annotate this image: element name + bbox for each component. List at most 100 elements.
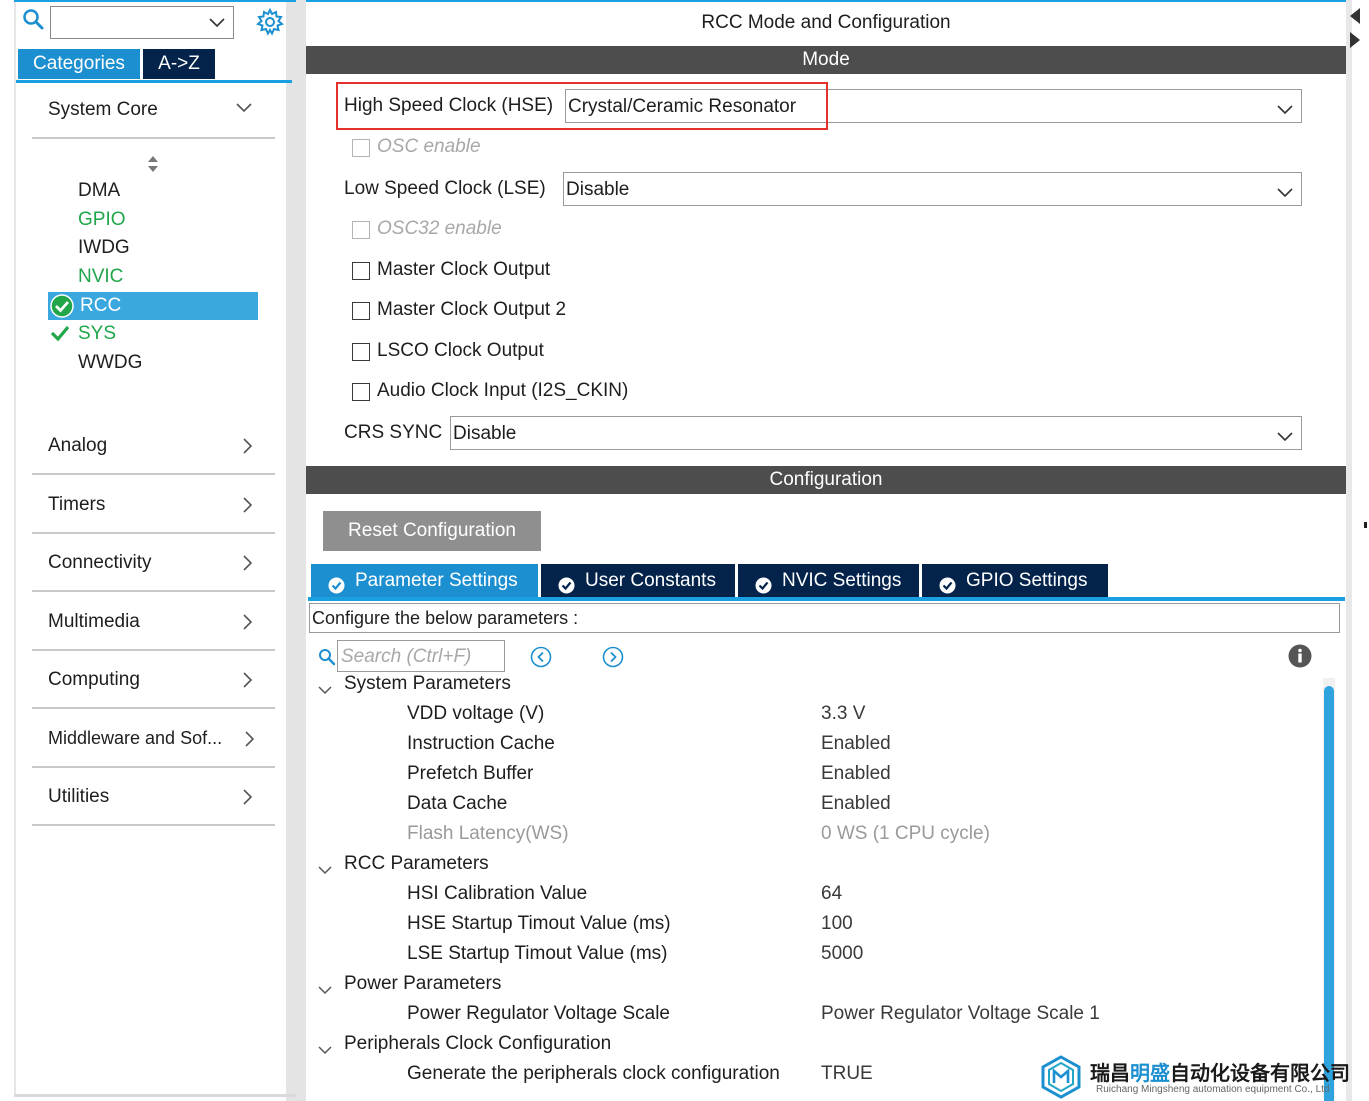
param-value: 100 (821, 913, 853, 934)
tabs-underline (308, 597, 1345, 601)
checkbox-box[interactable] (352, 343, 370, 361)
category-multimedia[interactable]: Multimedia (32, 593, 275, 651)
checkbox-label: LSCO Clock Output (377, 340, 544, 361)
chevron-right-icon[interactable] (241, 554, 253, 577)
param-row[interactable]: Prefetch Buffer Enabled (308, 761, 1322, 789)
search-icon[interactable] (318, 648, 336, 671)
chevron-right-icon[interactable] (241, 496, 253, 519)
category-system-core[interactable]: System Core (32, 81, 275, 139)
previous-match-icon[interactable] (530, 646, 552, 673)
param-row[interactable]: VDD voltage (V) 3.3 V (308, 701, 1322, 729)
chevron-down-icon[interactable] (235, 101, 253, 120)
chevron-down-icon[interactable] (1277, 183, 1293, 205)
company-watermark: 瑞昌明盛自动化设备有限公司 Ruichang Mingsheng automat… (1040, 1053, 1369, 1101)
category-computing[interactable]: Computing (32, 651, 275, 709)
lse-select-value: Disable (566, 179, 630, 200)
chevron-down-icon[interactable] (318, 1039, 332, 1061)
param-name: VDD voltage (V) (407, 703, 545, 724)
search-combo[interactable] (50, 6, 234, 39)
panel-splitter[interactable] (296, 0, 306, 1101)
peripheral-item-iwdg[interactable]: IWDG (78, 234, 130, 262)
param-row: Flash Latency(WS) 0 WS (1 CPU cycle) (308, 821, 1322, 849)
crs-sync-label: CRS SYNC (344, 422, 443, 443)
company-subtitle: Ruichang Mingsheng automation equipment … (1096, 1084, 1330, 1095)
tab-nvic-settings[interactable]: NVIC Settings (738, 564, 919, 597)
chevron-down-icon[interactable] (1277, 100, 1293, 122)
lse-label: Low Speed Clock (LSE) (344, 178, 546, 199)
hse-highlight-box (336, 82, 828, 130)
configuration-header: Configuration (306, 466, 1346, 494)
peripheral-item-wwdg[interactable]: WWDG (78, 349, 142, 377)
param-row[interactable]: Instruction Cache Enabled (308, 731, 1322, 759)
parameters-description: Configure the below parameters : (309, 603, 1340, 633)
reset-configuration-button[interactable]: Reset Configuration (323, 511, 541, 551)
tab-a-to-z[interactable]: A->Z (143, 49, 215, 79)
param-value: 0 WS (1 CPU cycle) (821, 823, 990, 844)
checkbox-box[interactable] (352, 262, 370, 280)
page-title: RCC Mode and Configuration (701, 12, 951, 33)
param-row[interactable]: LSE Startup Timout Value (ms) 5000 (308, 941, 1322, 969)
category-analog[interactable]: Analog (32, 417, 275, 475)
chevron-right-icon[interactable] (241, 788, 253, 811)
tab-categories[interactable]: Categories (18, 49, 140, 79)
param-name: HSI Calibration Value (407, 883, 588, 904)
chevron-right-icon[interactable] (241, 613, 253, 636)
chevron-right-icon[interactable] (241, 671, 253, 694)
checkbox-box[interactable] (352, 383, 370, 401)
category-connectivity[interactable]: Connectivity (32, 534, 275, 592)
check-circle-icon (50, 294, 74, 323)
param-value: 5000 (821, 943, 864, 964)
tab-user-constants[interactable]: User Constants (541, 564, 735, 597)
tab-parameter-settings[interactable]: Parameter Settings (311, 564, 538, 597)
checkbox-box[interactable] (352, 302, 370, 320)
param-name: Flash Latency(WS) (407, 823, 569, 844)
category-utilities[interactable]: Utilities (32, 768, 275, 826)
group-label: Power Parameters (344, 973, 502, 994)
peripheral-item-nvic[interactable]: NVIC (78, 263, 123, 291)
lse-select[interactable]: Disable (563, 172, 1302, 206)
param-row[interactable]: Data Cache Enabled (308, 791, 1322, 819)
peripheral-item-rcc[interactable]: RCC (48, 292, 258, 320)
sort-icon[interactable] (146, 155, 160, 178)
chevron-down-icon[interactable] (318, 859, 332, 881)
param-row[interactable]: HSI Calibration Value 64 (308, 881, 1322, 909)
param-row[interactable]: HSE Startup Timout Value (ms) 100 (308, 911, 1322, 939)
crs-sync-select[interactable]: Disable (450, 416, 1302, 450)
collapse-arrows-icon[interactable] (1348, 4, 1362, 59)
next-match-icon[interactable] (602, 646, 624, 673)
info-icon[interactable] (1288, 644, 1312, 673)
category-timers[interactable]: Timers (32, 476, 275, 534)
panel-splitter[interactable] (286, 2, 296, 1101)
vertical-scrollbar[interactable] (1323, 678, 1335, 1101)
company-logo-icon (1040, 1055, 1082, 1101)
checkbox-label: Master Clock Output (377, 259, 551, 280)
parameter-search-input[interactable]: Search (Ctrl+F) (337, 640, 505, 672)
param-value: TRUE (821, 1063, 873, 1084)
chevron-down-icon[interactable] (318, 979, 332, 1001)
chevron-down-icon[interactable] (209, 15, 225, 34)
param-value: Enabled (821, 733, 891, 754)
company-name: 瑞昌明盛自动化设备有限公司 (1090, 1057, 1350, 1086)
search-icon[interactable] (22, 8, 46, 37)
gear-icon[interactable] (256, 7, 284, 41)
scrollbar-thumb[interactable] (1324, 686, 1334, 1101)
checkbox-label: Master Clock Output 2 (377, 299, 567, 320)
mode-header: Mode (306, 46, 1346, 74)
peripheral-item-dma[interactable]: DMA (78, 177, 120, 205)
panel-left-border (14, 2, 16, 1094)
chevron-right-icon[interactable] (243, 730, 255, 753)
tab-gpio-settings[interactable]: GPIO Settings (922, 564, 1108, 597)
category-label: Analog (48, 435, 108, 456)
checkmark-icon (50, 324, 70, 347)
category-middleware[interactable]: Middleware and Sof... (32, 710, 275, 768)
peripheral-label: RCC (80, 295, 122, 316)
category-label: Timers (48, 494, 106, 515)
peripheral-item-sys[interactable]: SYS (78, 320, 116, 348)
chevron-right-icon[interactable] (241, 437, 253, 460)
chevron-down-icon[interactable] (318, 679, 332, 701)
chevron-down-icon[interactable] (1277, 427, 1293, 449)
crs-sync-row: CRS SYNC Disable (344, 416, 1302, 450)
param-row[interactable]: Power Regulator Voltage Scale Power Regul… (308, 1001, 1322, 1029)
peripheral-item-gpio[interactable]: GPIO (78, 206, 126, 234)
group-label: System Parameters (344, 675, 511, 694)
